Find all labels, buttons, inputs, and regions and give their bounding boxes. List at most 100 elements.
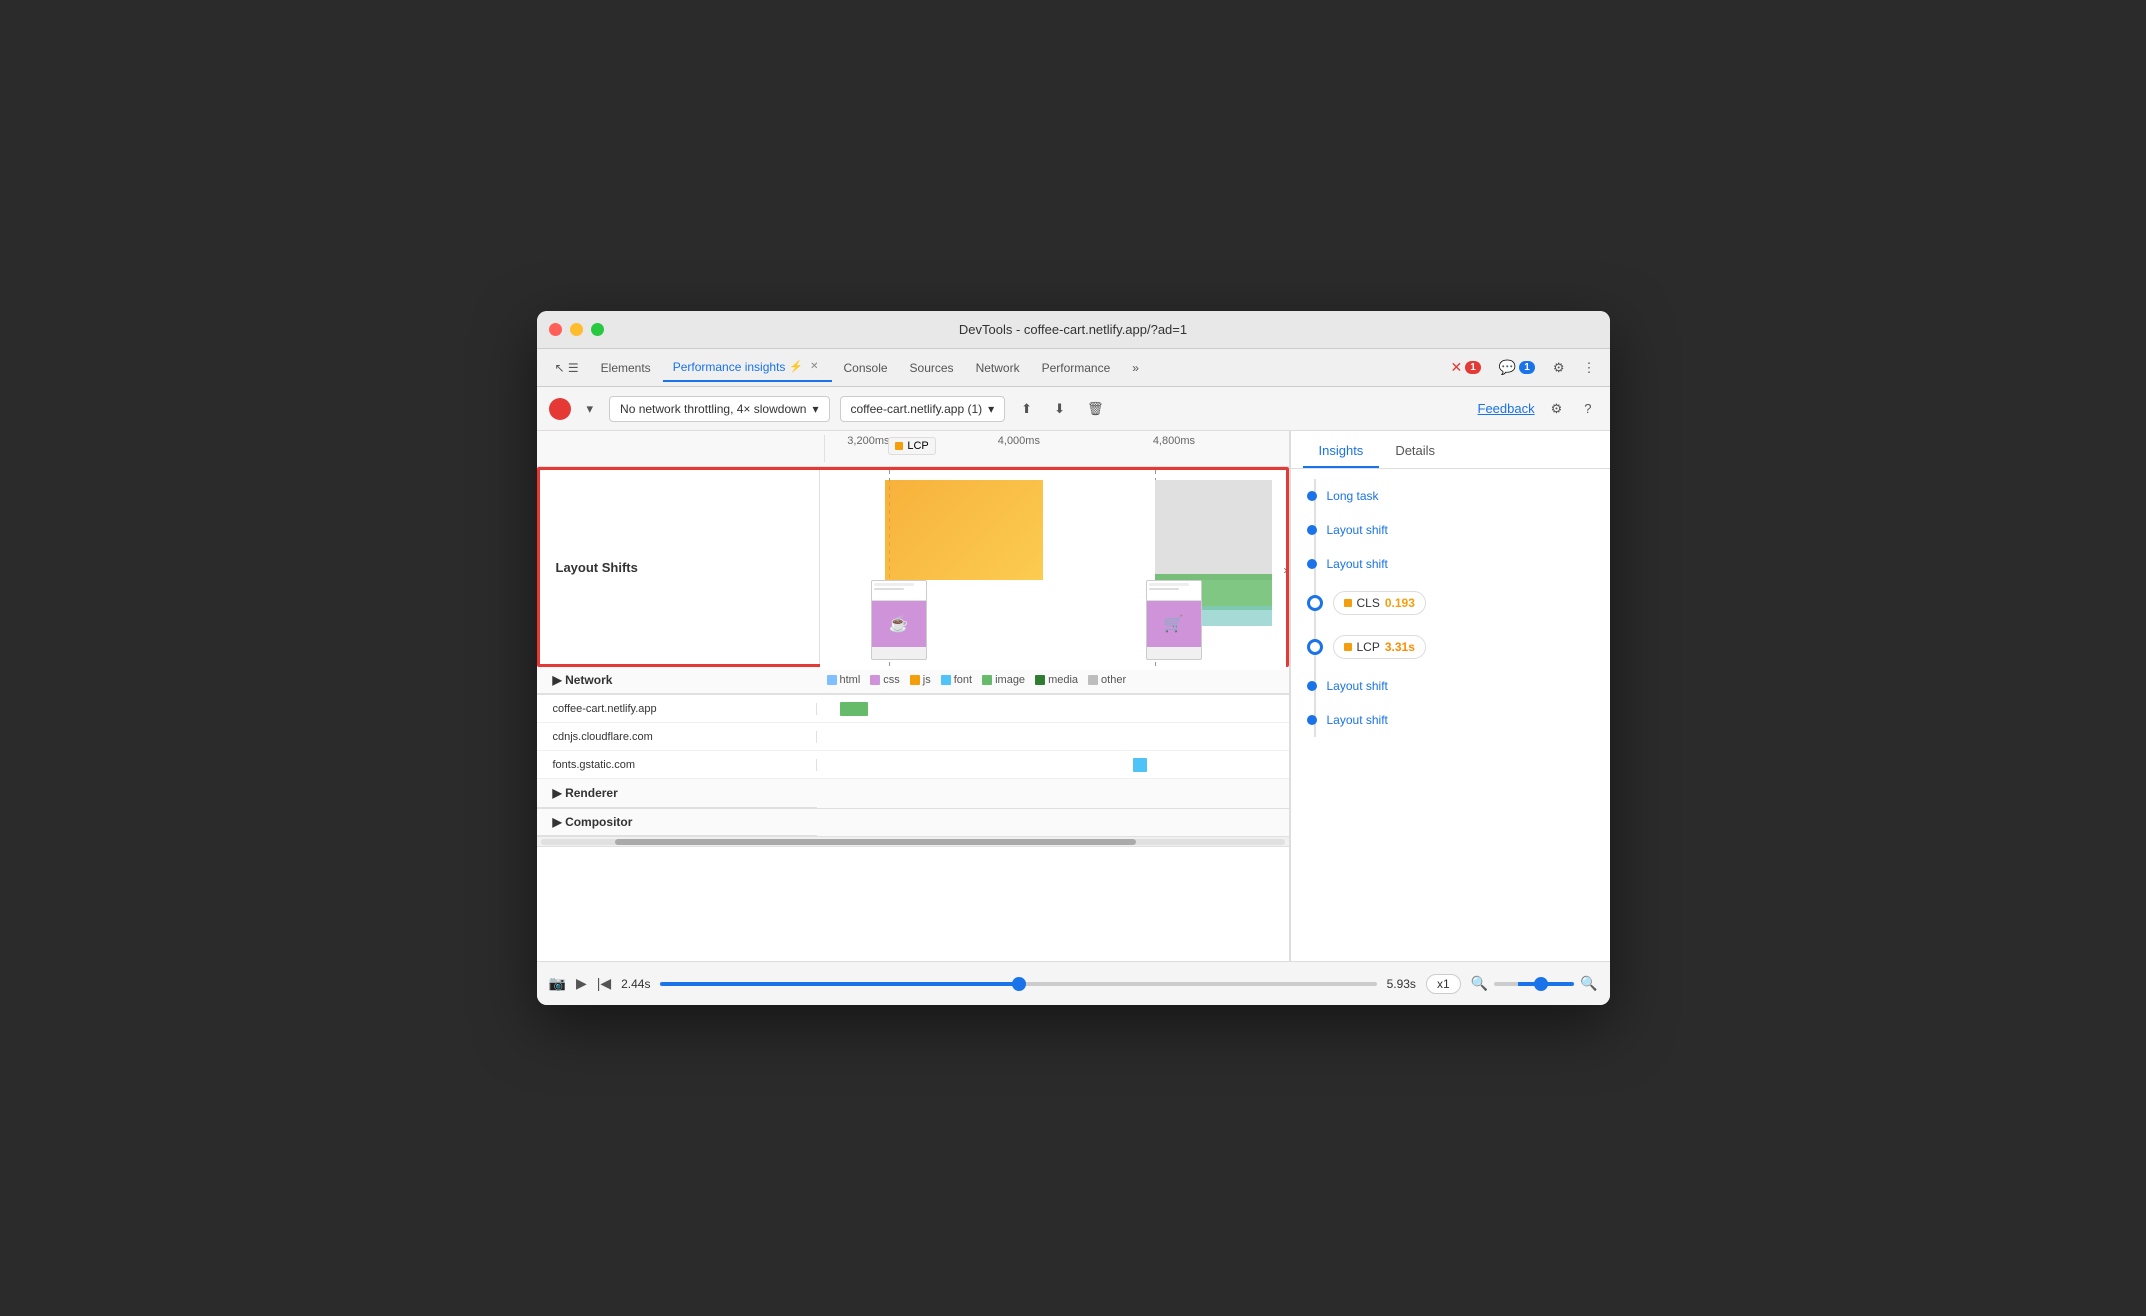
tabbar-icons: ✕ 1 💬 1 ⚙ ⋮ <box>1445 355 1602 380</box>
network-item-label-2: fonts.gstatic.com <box>537 759 817 771</box>
network-legend: html css js font <box>817 667 1289 694</box>
image-dot <box>982 675 992 685</box>
toolbar: ▾ No network throttling, 4× slowdown ▾ c… <box>537 387 1610 431</box>
tab-more[interactable]: » <box>1122 355 1149 381</box>
layout-shift-link-2[interactable]: Layout shift <box>1327 557 1388 571</box>
maximize-button[interactable] <box>591 323 604 336</box>
zoom-in-button[interactable]: 🔍 <box>1580 975 1597 992</box>
net-bar-2 <box>1133 758 1147 772</box>
settings-button[interactable]: ⚙ <box>1547 356 1571 380</box>
tab-elements[interactable]: Elements <box>591 355 661 381</box>
download-button[interactable]: ⬇ <box>1048 397 1071 421</box>
other-dot <box>1088 675 1098 685</box>
net-bar-0 <box>840 702 868 716</box>
record-dropdown[interactable]: ▾ <box>581 397 600 421</box>
compositor-label[interactable]: ▶ Compositor <box>537 809 817 836</box>
layout-shifts-content[interactable]: ☕ 🛒 › <box>820 470 1286 670</box>
network-item-label-1: cdnjs.cloudflare.com <box>537 731 817 743</box>
network-item-label-0: coffee-cart.netlify.app <box>537 703 817 715</box>
help-icon[interactable]: ? <box>1578 397 1597 420</box>
playback-bar: 📷 ▶ |◀ 2.44s 5.93s x1 🔍 🔍 <box>537 961 1610 1005</box>
url-dropdown[interactable]: coffee-cart.netlify.app (1) ▾ <box>840 396 1006 422</box>
gear-icon[interactable]: ⚙ <box>1545 397 1569 421</box>
tab-details[interactable]: Details <box>1379 435 1451 468</box>
legend-js: js <box>910 674 931 686</box>
play-button[interactable]: ▶ <box>576 975 587 992</box>
layout-shifts-label: Layout Shifts <box>540 470 820 664</box>
lcp-badge-panel[interactable]: LCP 3.31s <box>1333 635 1426 659</box>
timeline-area: 3,200ms 4,000ms 4,800ms LCP Layout Shift… <box>537 431 1290 961</box>
legend-font: font <box>941 674 972 686</box>
lcp-label: LCP <box>1357 640 1380 654</box>
timeline-item-layout-shift-4: Layout shift <box>1307 703 1594 737</box>
horizontal-scrollbar[interactable] <box>537 837 1289 847</box>
minimize-button[interactable] <box>570 323 583 336</box>
devtools-window: DevTools - coffee-cart.netlify.app/?ad=1… <box>537 311 1610 1005</box>
screenshot-button[interactable]: 📷 <box>549 975 566 992</box>
time-end: 5.93s <box>1387 977 1416 991</box>
scrollbar-thumb[interactable] <box>615 839 1136 845</box>
compositor-content <box>817 809 1289 836</box>
layout-shift-link-1[interactable]: Layout shift <box>1327 523 1388 537</box>
timeline-item-lcp: LCP 3.31s <box>1307 625 1594 669</box>
main-area: 3,200ms 4,000ms 4,800ms LCP Layout Shift… <box>537 431 1610 961</box>
messages-button[interactable]: 💬 1 <box>1493 355 1541 380</box>
layout-shift-link-3[interactable]: Layout shift <box>1327 679 1388 693</box>
speed-badge: x1 <box>1426 974 1461 994</box>
thumb-purple-2: 🛒 <box>1147 601 1201 648</box>
time-label-2: 4,000ms <box>998 435 1040 447</box>
throttle-dropdown[interactable]: No network throttling, 4× slowdown ▾ <box>609 396 829 422</box>
skip-start-button[interactable]: |◀ <box>597 975 611 992</box>
tab-performance-insights[interactable]: Performance insights ⚡ ✕ <box>663 354 832 382</box>
network-item-2: fonts.gstatic.com <box>537 751 1289 779</box>
layout-shift-link-4[interactable]: Layout shift <box>1327 713 1388 727</box>
cls-badge[interactable]: CLS 0.193 <box>1333 591 1426 615</box>
tab-sources[interactable]: Sources <box>900 355 964 381</box>
timeline-dot-lcp <box>1307 639 1323 655</box>
renderer-label[interactable]: ▶ Renderer <box>537 779 817 808</box>
upload-button[interactable]: ⬆ <box>1015 397 1038 421</box>
tab-console[interactable]: Console <box>834 355 898 381</box>
zoom-out-button[interactable]: 🔍 <box>1471 975 1488 992</box>
tab-performance[interactable]: Performance <box>1032 355 1121 381</box>
media-dot <box>1035 675 1045 685</box>
time-start: 2.44s <box>621 977 650 991</box>
record-button[interactable] <box>549 398 571 420</box>
right-panel: Insights Details Long task <box>1290 431 1610 961</box>
legend-css: css <box>870 674 900 686</box>
css-dot <box>870 675 880 685</box>
tab-network[interactable]: Network <box>966 355 1030 381</box>
timeline-dot-2 <box>1307 559 1317 569</box>
lcp-badge: LCP <box>888 437 935 455</box>
network-items: coffee-cart.netlify.app cdnjs.cloudflare… <box>537 695 1289 779</box>
insights-track: Long task Layout shift Layout shift <box>1291 479 1610 737</box>
tab-insights[interactable]: Insights <box>1303 435 1380 468</box>
zoom-slider[interactable] <box>1494 982 1574 986</box>
delete-button[interactable]: 🗑 <box>1081 397 1110 421</box>
errors-button[interactable]: ✕ 1 <box>1445 355 1487 380</box>
feedback-button[interactable]: Feedback <box>1478 401 1535 416</box>
network-section-label[interactable]: ▶ Network <box>537 667 817 694</box>
message-badge: 1 <box>1519 361 1535 374</box>
js-dot <box>910 675 920 685</box>
network-item-0: coffee-cart.netlify.app <box>537 695 1289 723</box>
more-options-button[interactable]: ⋮ <box>1577 356 1602 380</box>
timeline-dot-3 <box>1307 681 1317 691</box>
long-task-link[interactable]: Long task <box>1327 489 1379 503</box>
tab-close-icon[interactable]: ✕ <box>807 360 821 373</box>
lcp-dot <box>895 442 903 450</box>
timeline-item-long-task: Long task <box>1307 479 1594 513</box>
panel-content: Long task Layout shift Layout shift <box>1291 469 1610 961</box>
legend-media: media <box>1035 674 1078 686</box>
close-button[interactable] <box>549 323 562 336</box>
network-item-bar-2 <box>817 751 1289 778</box>
panel-tabs: Insights Details <box>1291 431 1610 469</box>
error-badge: 1 <box>1465 361 1481 374</box>
cls-label: CLS <box>1357 596 1380 610</box>
timeline-scrubber[interactable] <box>660 982 1376 986</box>
renderer-row: ▶ Renderer <box>537 779 1289 809</box>
screenshot-thumb-1: ☕ <box>871 580 927 660</box>
time-label-3: 4,800ms <box>1153 435 1195 447</box>
tab-pointer[interactable]: ↖ ☰ <box>545 355 589 381</box>
html-dot <box>827 675 837 685</box>
